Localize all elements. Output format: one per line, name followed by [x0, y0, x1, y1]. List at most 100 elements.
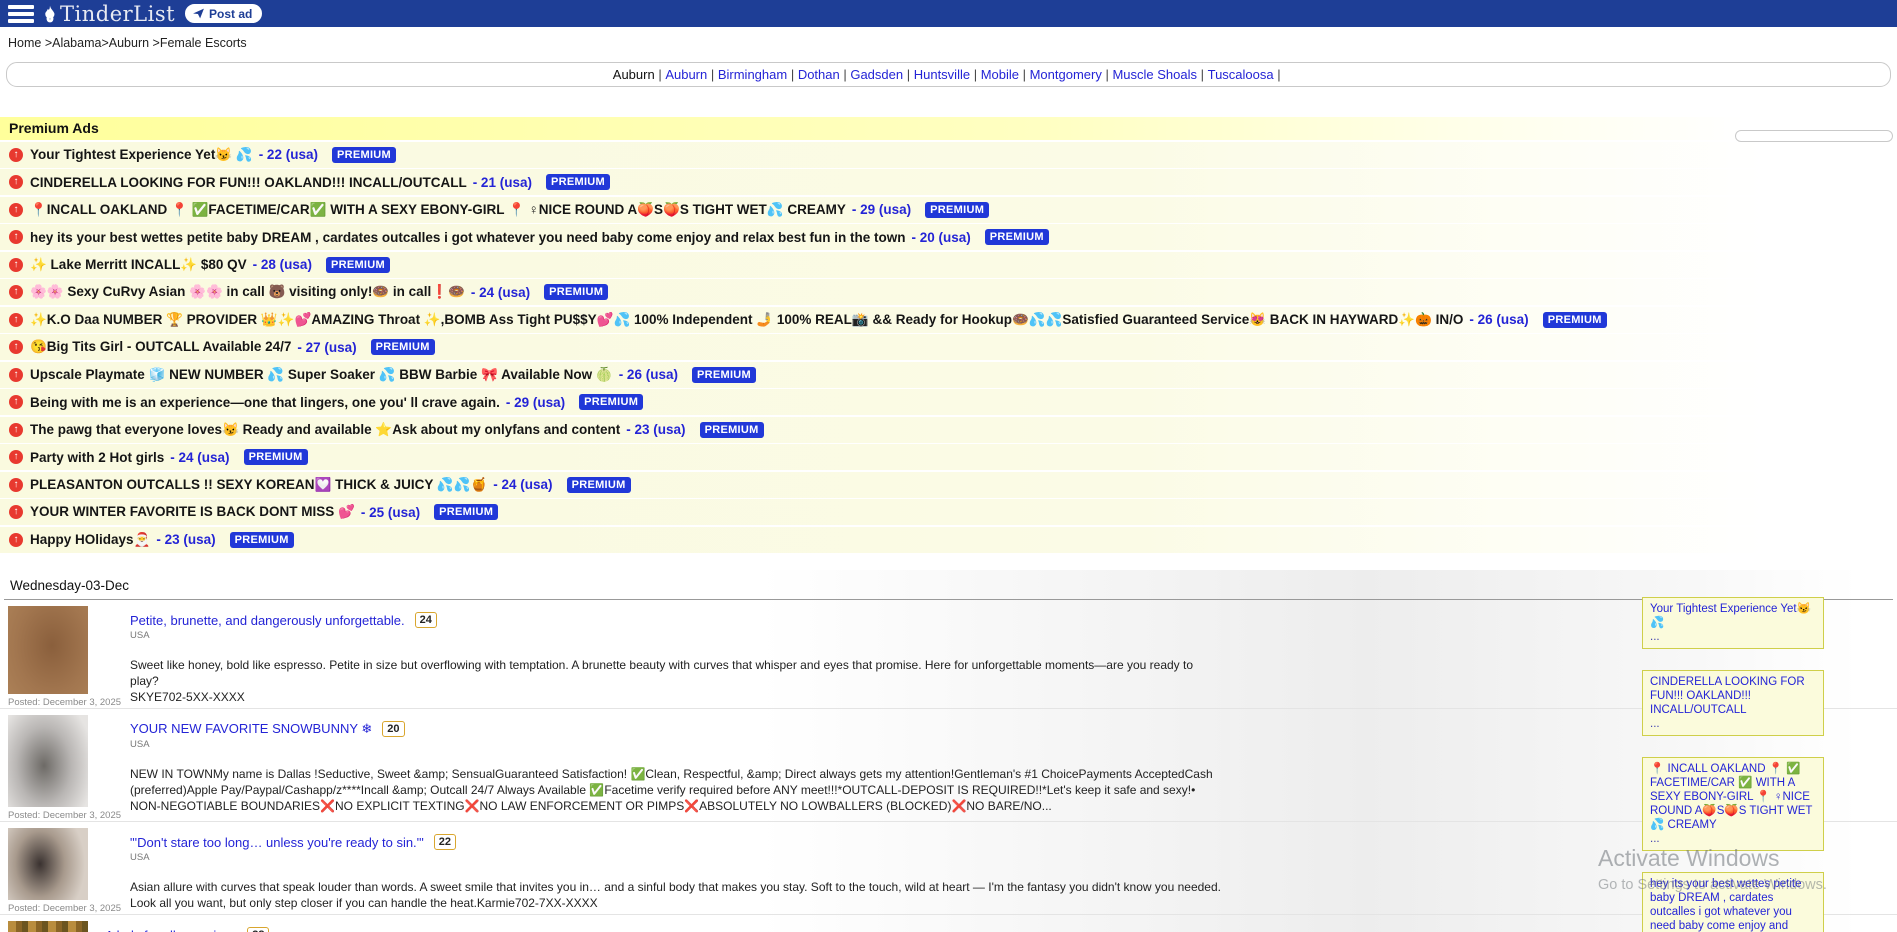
premium-ad-title[interactable]: The pawg that everyone loves😼 Ready and … [30, 422, 620, 438]
premium-ad-title[interactable]: 📍INCALL OAKLAND 📍 ✅FACETIME/CAR✅ WITH A … [30, 202, 846, 218]
premium-badge: PREMIUM [332, 147, 396, 163]
sidebar-ad-box[interactable]: CINDERELLA LOOKING FOR FUN!!! OAKLAND!!!… [1642, 670, 1824, 736]
premium-ad-age: - 26 (usa) [1469, 312, 1528, 327]
premium-ad-age: - 25 (usa) [361, 505, 420, 520]
bump-up-icon: ↑ [9, 478, 23, 492]
listing-photo[interactable] [8, 921, 88, 932]
bump-up-icon: ↑ [9, 313, 23, 327]
age-badge: 22 [434, 834, 456, 850]
premium-ad-title[interactable]: Your Tightest Experience Yet😼 💦 [30, 147, 253, 163]
listing-photo[interactable] [8, 828, 88, 900]
city-separator: | [970, 67, 981, 82]
premium-ad-title[interactable]: PLEASANTON OUTCALLS !! SEXY KOREAN💟 THIC… [30, 477, 487, 493]
premium-ad-age: - 26 (usa) [619, 367, 678, 382]
premium-ad-row[interactable]: ↑ 😘Big Tits Girl - OUTCALL Available 24/… [0, 334, 1897, 360]
sidebar-ad-title[interactable]: hey its your best wettes petite baby DRE… [1650, 877, 1816, 932]
posted-date: Posted: December 3, 2025 [8, 697, 121, 708]
bump-up-icon: ↑ [9, 258, 23, 272]
date-header: Wednesday-03-Dec [0, 570, 1897, 597]
city-link[interactable]: Auburn | [613, 67, 666, 82]
listing-location: USA [130, 739, 1221, 750]
premium-ad-row[interactable]: ↑ ✨ Lake Merritt INCALL✨ $80 QV - 28 (us… [0, 252, 1897, 278]
premium-ad-row[interactable]: ↑ 📍INCALL OAKLAND 📍 ✅FACETIME/CAR✅ WITH … [0, 197, 1897, 223]
bump-up-icon: ↑ [9, 533, 23, 547]
listing-row: Posted: December 3, 2025 YOUR NEW FAVORI… [0, 709, 1897, 822]
ellipsis: ... [1650, 832, 1816, 846]
premium-badge: PREMIUM [230, 532, 294, 548]
city-link[interactable]: Muscle Shoals | [1112, 67, 1207, 82]
premium-badge: PREMIUM [579, 394, 643, 410]
city-separator: | [655, 67, 666, 82]
premium-badge: PREMIUM [326, 257, 390, 273]
premium-ad-row[interactable]: ↑ PLEASANTON OUTCALLS !! SEXY KOREAN💟 TH… [0, 472, 1897, 498]
premium-ad-title[interactable]: ✨ Lake Merritt INCALL✨ $80 QV [30, 257, 247, 273]
listing-photo[interactable] [8, 606, 88, 694]
premium-ad-age: - 24 (usa) [471, 285, 530, 300]
premium-ad-row[interactable]: ↑ Party with 2 Hot girls - 24 (usa) PREM… [0, 444, 1897, 470]
flame-icon [42, 5, 58, 23]
premium-ad-title[interactable]: CINDERELLA LOOKING FOR FUN!!! OAKLAND!!!… [30, 175, 467, 190]
premium-ad-title[interactable]: Being with me is an experience—one that … [30, 395, 500, 410]
premium-ad-row[interactable]: ↑ hey its your best wettes petite baby D… [0, 224, 1897, 250]
sidebar-ad-box[interactable]: 📍 INCALL OAKLAND 📍 ✅ FACETIME/CAR ✅ WITH… [1642, 757, 1824, 851]
listing-title-link[interactable]: A lady for all occasions [105, 928, 237, 932]
premium-ad-row[interactable]: ↑ Upscale Playmate 🧊 NEW NUMBER 💦 Super … [0, 362, 1897, 388]
site-logo[interactable]: TinderList [42, 2, 175, 26]
sidebar-ad-title[interactable]: 📍 INCALL OAKLAND 📍 ✅ FACETIME/CAR ✅ WITH… [1650, 762, 1816, 832]
bump-up-icon: ↑ [9, 148, 23, 162]
premium-ads-section: Premium Ads ↑ Your Tightest Experience Y… [0, 117, 1897, 553]
premium-ad-title[interactable]: Happy HOlidays🎅 [30, 532, 150, 548]
city-link[interactable]: Mobile | [981, 67, 1030, 82]
city-link[interactable]: Huntsville | [914, 67, 981, 82]
premium-ad-row[interactable]: ↑ 🌸🌸 Sexy CuRvy Asian 🌸🌸 in call 🐻 visit… [0, 279, 1897, 305]
city-link[interactable]: Montgomery | [1030, 67, 1113, 82]
premium-ad-title[interactable]: 🌸🌸 Sexy CuRvy Asian 🌸🌸 in call 🐻 visitin… [30, 284, 465, 300]
listing-location: USA [130, 852, 1221, 863]
breadcrumb[interactable]: Home >Alabama>Auburn >Female Escorts [0, 27, 1897, 58]
city-link[interactable]: Birmingham | [718, 67, 798, 82]
premium-ad-row[interactable]: ↑ Happy HOlidays🎅 - 23 (usa) PREMIUM [0, 527, 1897, 553]
empty-mini-box [1735, 130, 1893, 142]
premium-badge: PREMIUM [692, 367, 756, 383]
premium-ad-title[interactable]: Party with 2 Hot girls [30, 450, 164, 465]
listing-contact-line: SKYE702-5XX-XXXX [130, 689, 1221, 705]
premium-ad-title[interactable]: ✨K.O Daa NUMBER 🏆 PROVIDER 👑✨💕AMAZING Th… [30, 312, 1463, 328]
listing-title-link[interactable]: "'Don't stare too long… unless you're re… [130, 835, 424, 850]
premium-ad-title[interactable]: hey its your best wettes petite baby DRE… [30, 230, 905, 245]
bump-up-icon: ↑ [9, 368, 23, 382]
premium-ad-row[interactable]: ↑ Your Tightest Experience Yet😼 💦 - 22 (… [0, 142, 1897, 168]
premium-ad-row[interactable]: ↑ ✨K.O Daa NUMBER 🏆 PROVIDER 👑✨💕AMAZING … [0, 307, 1897, 333]
premium-ad-row[interactable]: ↑ Being with me is an experience—one tha… [0, 389, 1897, 415]
premium-ad-age: - 22 (usa) [259, 147, 318, 162]
premium-badge: PREMIUM [546, 174, 610, 190]
premium-ad-title[interactable]: YOUR WINTER FAVORITE IS BACK DONT MISS 💕 [30, 504, 355, 520]
city-separator: | [903, 67, 914, 82]
listing-row: A lady for all occasions 38 USA [0, 915, 1897, 932]
city-link[interactable]: Auburn | [665, 67, 718, 82]
premium-ad-age: - 24 (usa) [493, 477, 552, 492]
bump-up-icon: ↑ [9, 395, 23, 409]
sidebar-ad-title[interactable]: CINDERELLA LOOKING FOR FUN!!! OAKLAND!!!… [1650, 675, 1816, 717]
sidebar-ad-box[interactable]: hey its your best wettes petite baby DRE… [1642, 872, 1824, 932]
bump-up-icon: ↑ [9, 340, 23, 354]
listing-row: Posted: December 3, 2025 Petite, brunett… [0, 600, 1897, 709]
premium-ad-title[interactable]: 😘Big Tits Girl - OUTCALL Available 24/7 [30, 339, 291, 355]
listing-photo[interactable] [8, 715, 88, 807]
bump-up-icon: ↑ [9, 423, 23, 437]
sidebar-ad-title[interactable]: Your Tightest Experience Yet😼 💦 [1650, 602, 1816, 630]
premium-ad-row[interactable]: ↑ The pawg that everyone loves😼 Ready an… [0, 417, 1897, 443]
premium-ad-row[interactable]: ↑ CINDERELLA LOOKING FOR FUN!!! OAKLAND!… [0, 169, 1897, 195]
city-link[interactable]: Tuscaloosa | [1208, 67, 1285, 82]
sidebar-ad-box[interactable]: Your Tightest Experience Yet😼 💦 ... [1642, 597, 1824, 649]
post-ad-button[interactable]: Post ad [185, 4, 262, 23]
premium-ad-title[interactable]: Upscale Playmate 🧊 NEW NUMBER 💦 Super So… [30, 367, 613, 383]
premium-ad-row[interactable]: ↑ YOUR WINTER FAVORITE IS BACK DONT MISS… [0, 499, 1897, 525]
city-link[interactable]: Dothan | [798, 67, 851, 82]
listing-title-link[interactable]: YOUR NEW FAVORITE SNOWBUNNY ❄ [130, 721, 372, 737]
bump-up-icon: ↑ [9, 450, 23, 464]
city-separator: | [787, 67, 798, 82]
menu-icon[interactable] [8, 5, 34, 23]
listing-title-link[interactable]: Petite, brunette, and dangerously unforg… [130, 613, 405, 628]
premium-ad-age: - 27 (usa) [297, 340, 356, 355]
city-link[interactable]: Gadsden | [850, 67, 913, 82]
